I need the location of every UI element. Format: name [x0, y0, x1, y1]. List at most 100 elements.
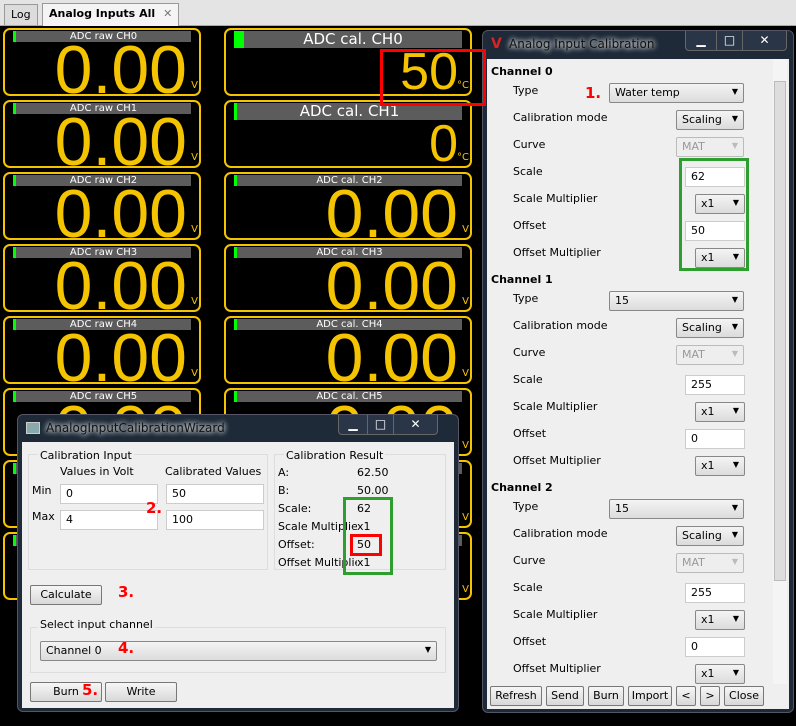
close-icon[interactable]: ✕ — [163, 7, 172, 20]
app-icon — [26, 422, 40, 434]
max-volt-input[interactable]: 4 — [60, 510, 158, 530]
import-button[interactable]: Import — [628, 686, 672, 706]
app-logo-icon: V — [491, 36, 502, 52]
field-label: Scale — [513, 165, 543, 178]
gauge-cal-ch4: ADC cal. CH4 0.00 V — [224, 316, 472, 384]
field-label: Curve — [513, 138, 546, 151]
close-icon[interactable]: ✕ — [393, 415, 437, 434]
gauge-unit: V — [191, 368, 198, 379]
gauge-unit: V — [462, 512, 469, 523]
result-value: 62.50 — [357, 466, 389, 479]
gauge-unit: V — [462, 224, 469, 235]
offset-field[interactable]: 0 — [685, 429, 745, 449]
analog-input-calibration-window: V Analog Input Calibration ▁ □ ✕ Channel… — [482, 30, 794, 713]
gauge-raw-ch4: ADC raw CH4 0.00 V — [3, 316, 201, 384]
gauge-raw-ch1: ADC raw CH1 0.00 V — [3, 100, 201, 168]
result-label: A: — [278, 466, 290, 479]
gauge-unit: V — [462, 296, 469, 307]
field-label: Curve — [513, 346, 546, 359]
offset-field[interactable]: 0 — [685, 637, 745, 657]
send-button[interactable]: Send — [546, 686, 584, 706]
field-label: Calibration mode — [513, 319, 608, 332]
gauge-value: 0.00 — [54, 104, 187, 168]
gauge-value: 0.00 — [54, 320, 187, 384]
scale-mult-field[interactable]: x1 — [695, 610, 745, 630]
field-label: Calibration mode — [513, 111, 608, 124]
group-title: Calibration Input — [38, 449, 134, 462]
field-label: Offset — [513, 635, 547, 648]
gauge-unit: °C — [457, 152, 469, 163]
column-header: Values in Volt — [60, 465, 134, 478]
write-button[interactable]: Write — [105, 682, 177, 702]
minimize-icon[interactable]: ▁ — [339, 415, 367, 434]
scale-field[interactable]: 255 — [685, 375, 745, 395]
field-label: Offset Multiplier — [513, 454, 601, 467]
curve-field: MAT — [676, 345, 744, 365]
field-label: Scale Multiplier — [513, 192, 598, 205]
field-label: Scale — [513, 581, 543, 594]
mode-field[interactable]: Scaling — [676, 110, 744, 130]
mode-field[interactable]: Scaling — [676, 318, 744, 338]
gauge-value: 0.00 — [325, 320, 458, 384]
tab-log[interactable]: Log — [4, 4, 38, 25]
type-field[interactable]: 15 — [609, 499, 744, 519]
max-label: Max — [32, 510, 55, 523]
gauge-raw-ch0: ADC raw CH0 0.00 V — [3, 28, 201, 96]
result-label: B: — [278, 484, 290, 497]
gauge-unit: V — [191, 152, 198, 163]
gauge-unit: V — [462, 440, 469, 451]
gauge-unit: V — [191, 224, 198, 235]
field-label: Scale — [513, 373, 543, 386]
channel-select[interactable]: Channel 0 — [40, 641, 437, 661]
next-button[interactable]: > — [700, 686, 720, 706]
offset-mult-field[interactable]: x1 — [695, 664, 745, 684]
field-label: Curve — [513, 554, 546, 567]
gauge-cal-ch3: ADC cal. CH3 0.00 V — [224, 244, 472, 312]
close-icon[interactable]: ✕ — [742, 31, 786, 50]
column-header: Calibrated Values — [165, 465, 262, 478]
mode-field[interactable]: Scaling — [676, 526, 744, 546]
field-label: Offset — [513, 219, 547, 232]
minimize-icon[interactable]: ▁ — [686, 31, 716, 50]
annotation-step: 3. — [118, 583, 135, 601]
field-label: Offset — [513, 427, 547, 440]
type-field[interactable]: 15 — [609, 291, 744, 311]
field-label: Offset Multiplier — [513, 246, 601, 259]
min-calibrated-input[interactable]: 50 — [166, 484, 264, 504]
maximize-icon[interactable]: □ — [367, 415, 393, 434]
scrollbar[interactable] — [773, 59, 787, 684]
type-field[interactable]: Water temp — [609, 83, 744, 103]
channel-heading: Channel 0 — [491, 65, 553, 78]
tab-analog-inputs-all[interactable]: Analog Inputs All ✕ — [42, 3, 180, 26]
window-controls: ▁ □ ✕ — [338, 415, 438, 435]
min-volt-input[interactable]: 0 — [60, 484, 158, 504]
scrollbar-thumb[interactable] — [774, 81, 786, 581]
field-label: Scale Multiplier — [513, 608, 598, 621]
prev-button[interactable]: < — [676, 686, 696, 706]
calculate-button[interactable]: Calculate — [30, 585, 102, 605]
gauge-value: 0.00 — [54, 176, 187, 240]
calibration-body: Channel 0TypeWater tempCalibration modeS… — [487, 59, 789, 709]
channel-heading: Channel 1 — [491, 273, 553, 286]
scale-mult-field[interactable]: x1 — [695, 402, 745, 422]
curve-field: MAT — [676, 553, 744, 573]
min-label: Min — [32, 484, 52, 497]
window-title: AnalogInputCalibrationWizard — [46, 421, 225, 435]
window-controls: ▁ □ ✕ — [685, 31, 787, 51]
gauge-unit: V — [191, 80, 198, 91]
field-label: Scale Multiplier — [513, 400, 598, 413]
annotation-step: 1. — [585, 84, 602, 102]
maximize-icon[interactable]: □ — [716, 31, 742, 50]
group-title: Calibration Result — [284, 449, 386, 462]
close-button[interactable]: Close — [724, 686, 764, 706]
field-label: Type — [513, 84, 539, 97]
wizard-body: Calibration Input Values in Volt Calibra… — [22, 442, 454, 708]
burn-button[interactable]: Burn — [588, 686, 624, 706]
max-calibrated-input[interactable]: 100 — [166, 510, 264, 530]
annotation-step: 5. — [82, 681, 99, 699]
window-title: Analog Input Calibration — [509, 37, 655, 51]
scale-field[interactable]: 255 — [685, 583, 745, 603]
gauge-unit: V — [462, 584, 469, 595]
refresh-button[interactable]: Refresh — [490, 686, 542, 706]
offset-mult-field[interactable]: x1 — [695, 456, 745, 476]
